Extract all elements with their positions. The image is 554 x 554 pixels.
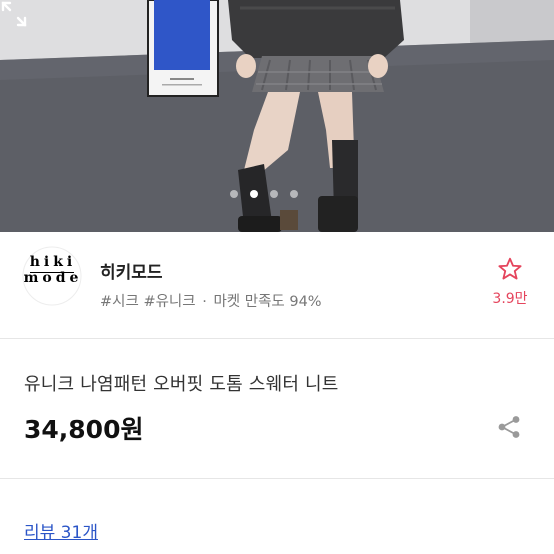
shop-logo-text: hiki mode bbox=[23, 254, 83, 286]
carousel-dot[interactable] bbox=[230, 190, 238, 198]
product-image-carousel[interactable] bbox=[0, 0, 554, 232]
shop-hashtags[interactable]: #시크 #유니크 bbox=[100, 294, 196, 310]
share-icon[interactable] bbox=[496, 414, 522, 440]
divider bbox=[0, 478, 554, 479]
carousel-indicator bbox=[230, 190, 298, 198]
market-satisfaction: 마켓 만족도 94% bbox=[213, 294, 322, 310]
star-outline-icon[interactable] bbox=[497, 256, 523, 282]
review-count-link[interactable]: 리뷰 31개 bbox=[24, 518, 98, 543]
expand-icon[interactable] bbox=[0, 0, 28, 28]
product-title: 유니크 나염패턴 오버핏 도톰 스웨터 니트 bbox=[24, 374, 339, 395]
shop-tags: #시크 #유니크 · 마켓 만족도 94% bbox=[100, 290, 322, 311]
separator-dot: · bbox=[202, 294, 207, 310]
carousel-dot-active[interactable] bbox=[250, 190, 258, 198]
shop-name[interactable]: 히키모드 bbox=[100, 258, 163, 283]
product-price: 34,800원 bbox=[24, 415, 144, 444]
carousel-dot[interactable] bbox=[270, 190, 278, 198]
carousel-dot[interactable] bbox=[290, 190, 298, 198]
divider bbox=[0, 338, 554, 339]
favorite-count: 3.9만 bbox=[492, 291, 528, 307]
favorite-button[interactable]: 3.9만 bbox=[486, 256, 534, 308]
